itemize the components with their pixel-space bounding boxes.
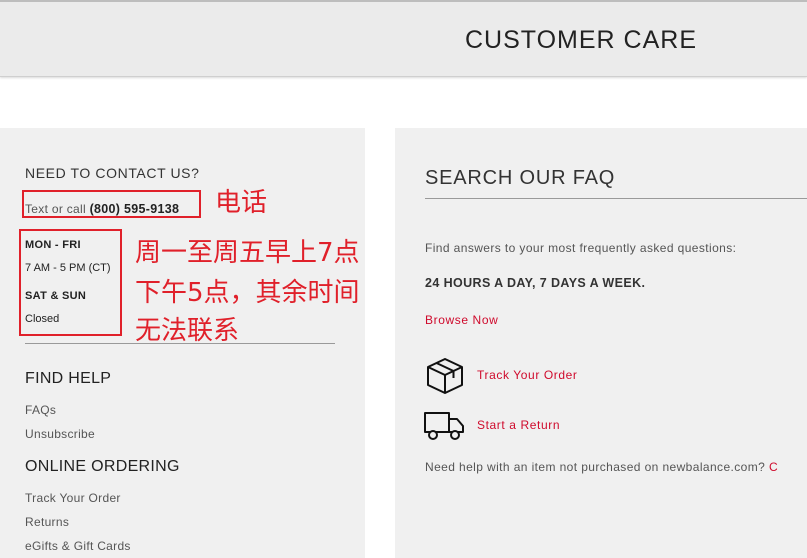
contact-title: NEED TO CONTACT US?: [25, 165, 200, 181]
box-icon: [425, 356, 465, 401]
help-contact-link[interactable]: C: [769, 460, 778, 474]
link-unsubscribe[interactable]: Unsubscribe: [25, 427, 95, 441]
link-faqs[interactable]: FAQs: [25, 403, 56, 417]
faq-title: SEARCH OUR FAQ: [425, 167, 616, 189]
phone-annotation-text: 电话: [215, 188, 268, 218]
track-order-link[interactable]: Track Your Order: [477, 368, 578, 382]
phone-annotation-box: [22, 190, 201, 218]
page-title: CUSTOMER CARE: [465, 26, 698, 54]
hours-annotation-line-2: 下午5点，其余时间: [135, 278, 360, 308]
link-egifts[interactable]: eGifts & Gift Cards: [25, 539, 131, 553]
start-return-link[interactable]: Start a Return: [477, 418, 560, 432]
help-text: Need help with an item not purchased on …: [425, 460, 766, 474]
help-text-line: Need help with an item not purchased on …: [425, 460, 778, 474]
faq-divider: [425, 198, 807, 199]
faq-description: Find answers to your most frequently ask…: [425, 241, 737, 255]
faq-panel: SEARCH OUR FAQ Find answers to your most…: [395, 128, 807, 558]
find-help-title: FIND HELP: [25, 370, 112, 387]
truck-icon: [423, 410, 465, 447]
hours-annotation-line-1: 周一至周五早上7点: [135, 238, 360, 268]
page-header: CUSTOMER CARE: [0, 0, 807, 77]
hours-annotation-box: [19, 229, 122, 336]
hours-annotation-line-3: 无法联系: [135, 316, 240, 346]
link-returns[interactable]: Returns: [25, 515, 69, 529]
online-ordering-title: ONLINE ORDERING: [25, 458, 180, 475]
faq-availability: 24 HOURS A DAY, 7 DAYS A WEEK.: [425, 276, 646, 290]
browse-now-link[interactable]: Browse Now: [425, 313, 498, 327]
link-track-order[interactable]: Track Your Order: [25, 491, 121, 505]
